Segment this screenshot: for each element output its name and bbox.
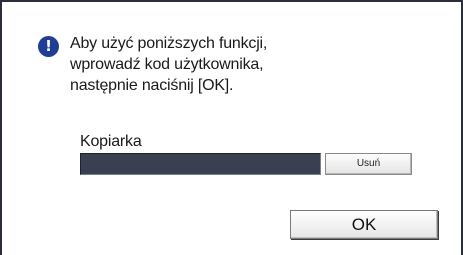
info-icon: ! xyxy=(38,36,59,57)
message-line-3: następnie naciśnij [OK]. xyxy=(70,77,234,94)
dialog-message: Aby użyć poniższych funkcji, wprowadź ko… xyxy=(70,33,440,96)
delete-button[interactable]: Usuń xyxy=(325,153,412,175)
function-label-copier: Kopiarka xyxy=(80,133,142,150)
dialog-frame-top xyxy=(0,0,463,2)
user-code-field[interactable] xyxy=(80,153,321,175)
user-code-dialog: ! Aby użyć poniższych funkcji, wprowadź … xyxy=(0,0,463,255)
message-line-1: Aby użyć poniższych funkcji, xyxy=(70,35,268,52)
dialog-frame-left xyxy=(0,0,2,255)
message-line-2: wprowadź kod użytkownika, xyxy=(70,56,264,73)
ok-button[interactable]: OK xyxy=(290,210,438,239)
